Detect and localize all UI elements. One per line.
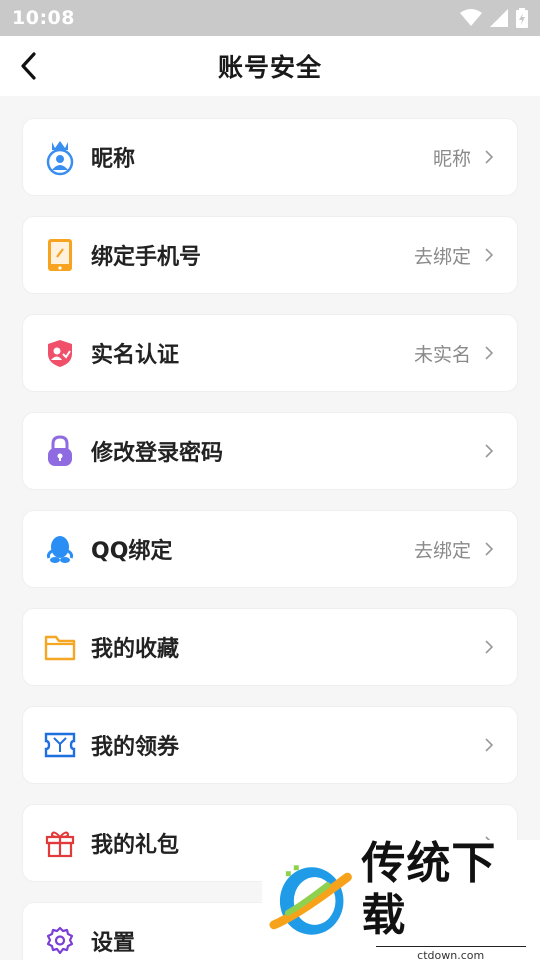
back-button[interactable] xyxy=(10,48,46,84)
wifi-icon xyxy=(460,9,482,26)
change-password-label: 修改登录密码 xyxy=(91,441,224,466)
watermark-brand: 传统下载 xyxy=(361,838,497,941)
real-name-row[interactable]: 实名认证 未实名 xyxy=(22,314,518,392)
bind-phone-label: 绑定手机号 xyxy=(91,245,202,270)
back-arrow-icon xyxy=(21,52,36,80)
my-coupons-row[interactable]: 我的领券 xyxy=(22,706,518,784)
settings-list: 昵称 昵称 绑定手机号 去绑定 实名认证 未实名 修改登录密码 QQ绑定 去绑定… xyxy=(22,118,518,960)
folder-icon xyxy=(43,630,77,664)
nickname-crown-avatar-icon xyxy=(43,140,77,176)
page-title: 账号安全 xyxy=(217,53,322,82)
chevron-right-icon xyxy=(485,640,494,654)
chevron-right-icon xyxy=(485,542,494,556)
watermark-logo xyxy=(269,865,352,935)
my-favorites-label: 我的收藏 xyxy=(91,637,180,662)
change-password-row[interactable]: 修改登录密码 xyxy=(22,412,518,490)
chevron-right-icon xyxy=(485,346,494,360)
chevron-right-icon xyxy=(485,444,494,458)
coupon-ticket-icon xyxy=(43,728,77,762)
app-bar: 账号安全 xyxy=(0,36,540,96)
nickname-label: 昵称 xyxy=(91,147,136,172)
watermark-domain: ctdown.com xyxy=(375,946,526,960)
verified-user-shield-icon xyxy=(43,336,77,370)
status-bar: 10:08 xyxy=(0,0,540,36)
cellular-signal-icon xyxy=(490,9,508,27)
my-favorites-row[interactable]: 我的收藏 xyxy=(22,608,518,686)
chevron-right-icon xyxy=(485,738,494,752)
real-name-value: 未实名 xyxy=(413,343,471,366)
nickname-value: 昵称 xyxy=(432,147,471,170)
qq-bind-row[interactable]: QQ绑定 去绑定 xyxy=(22,510,518,588)
bind-phone-row[interactable]: 绑定手机号 去绑定 xyxy=(22,216,518,294)
bind-phone-value: 去绑定 xyxy=(413,245,471,268)
qq-penguin-icon xyxy=(43,532,77,566)
gear-icon xyxy=(43,924,77,958)
status-icons xyxy=(460,8,528,28)
status-time: 10:08 xyxy=(12,7,75,29)
phone-link-icon xyxy=(43,238,77,272)
qq-bind-label: QQ绑定 xyxy=(91,539,173,564)
real-name-label: 实名认证 xyxy=(91,343,180,368)
chevron-right-icon xyxy=(485,150,494,164)
watermark: 传统下载 ctdown.com xyxy=(262,838,540,960)
gift-icon xyxy=(43,826,77,860)
lock-icon xyxy=(43,434,77,468)
qq-bind-value: 去绑定 xyxy=(413,539,471,562)
battery-charging-icon xyxy=(516,8,528,28)
chevron-right-icon xyxy=(485,248,494,262)
my-coupons-label: 我的领券 xyxy=(91,735,180,760)
nickname-row[interactable]: 昵称 昵称 xyxy=(22,118,518,196)
